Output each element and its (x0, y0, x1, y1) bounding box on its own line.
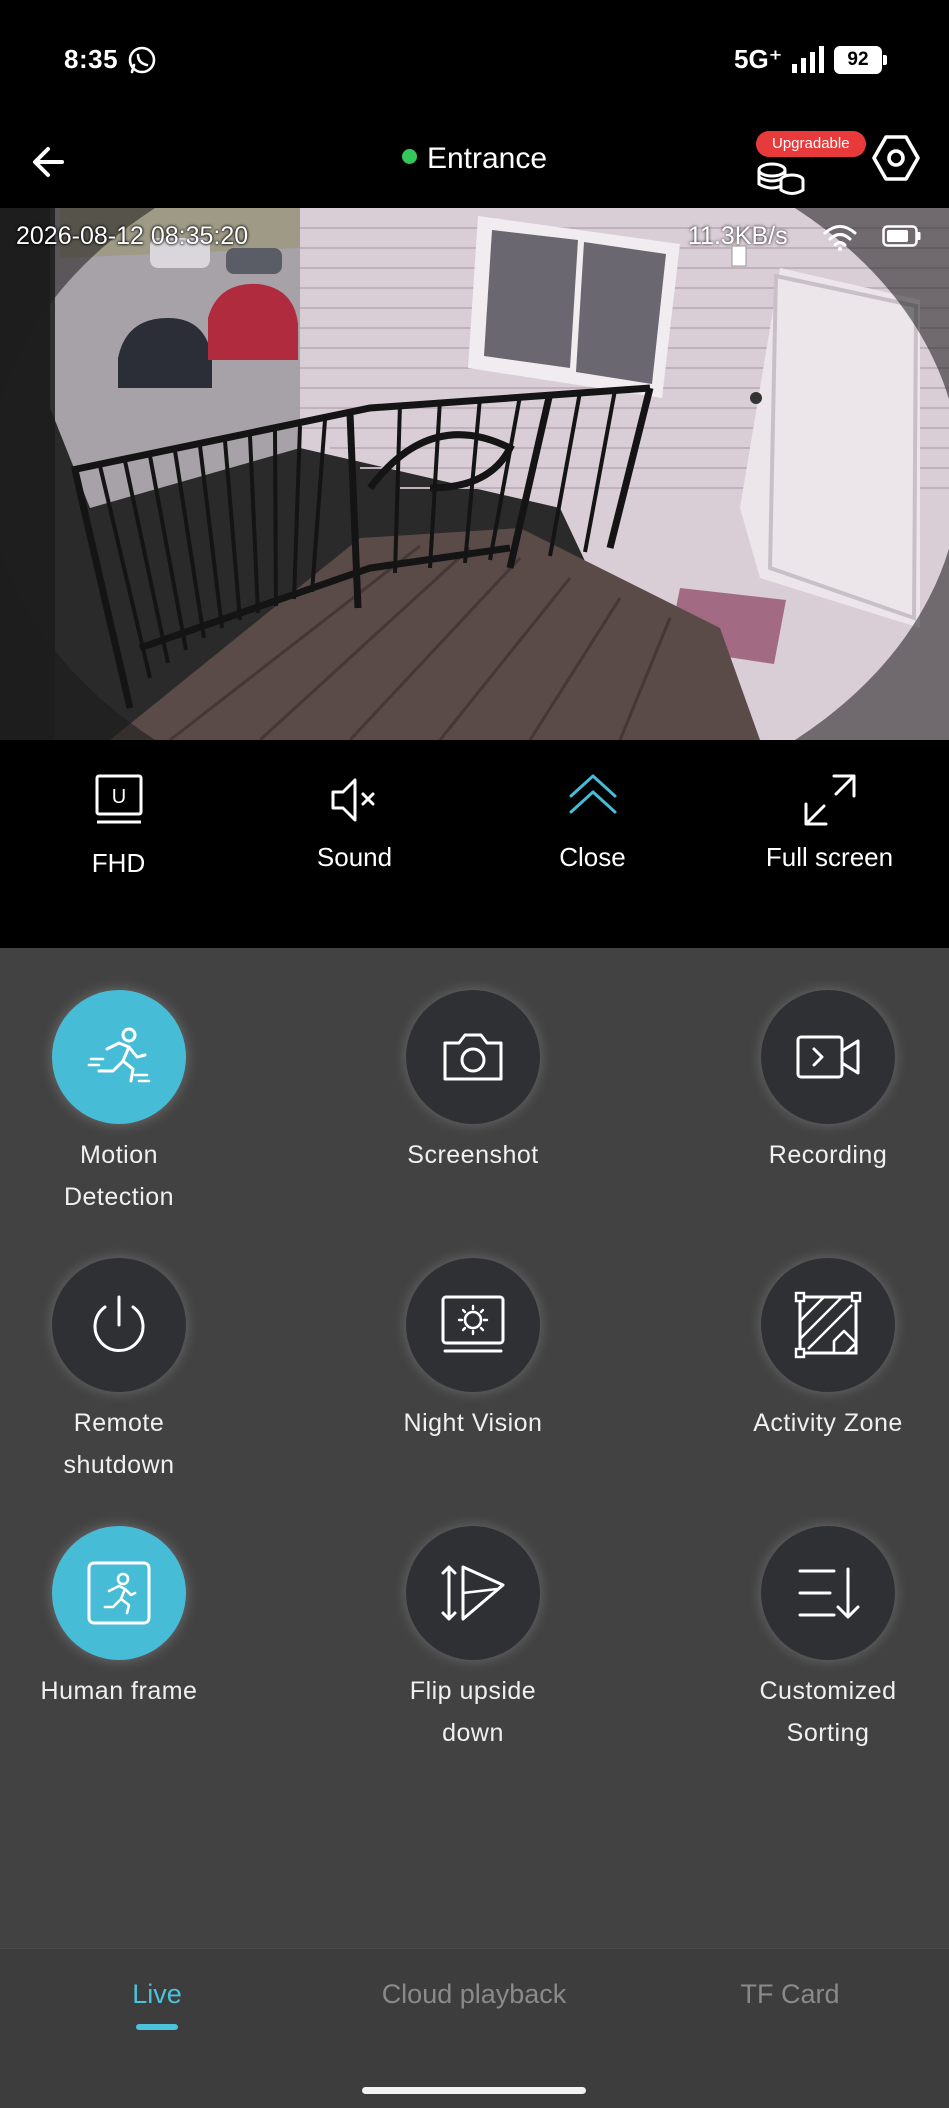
live-video-feed[interactable]: 2026-08-12 08:35:20 11.3KB/s (0, 208, 949, 740)
status-time: 8:35 (64, 44, 119, 74)
battery-icon: 92 (834, 46, 887, 74)
full-screen-button[interactable]: Full screen (711, 770, 948, 873)
human-frame-icon (87, 1561, 151, 1625)
chevron-up-double-icon (569, 774, 616, 814)
flip-icon (441, 1565, 505, 1621)
video-controls: U FHD Sound Close Full screen (0, 740, 949, 948)
human-frame-toggle[interactable] (52, 1526, 186, 1660)
signal-icon (792, 46, 824, 73)
function-panel: Motion Detection Screenshot Recording Re… (0, 948, 949, 1948)
online-status-dot (401, 148, 417, 164)
activity-zone-icon (794, 1291, 862, 1359)
tab-tf-card[interactable]: TF Card (632, 1979, 948, 2010)
motion-detection-button[interactable]: Motion Detection (0, 990, 269, 1218)
settings-hexagon-icon[interactable] (868, 130, 924, 186)
wifi-icon (823, 225, 857, 251)
speaker-muted-icon (331, 778, 374, 822)
recording-label: Recording (768, 1141, 888, 1169)
camera-scene (0, 208, 949, 740)
remote-shutdown-toggle[interactable] (52, 1258, 186, 1392)
running-person-icon (87, 1027, 151, 1083)
power-icon (93, 1295, 145, 1352)
activity-zone-label: Activity Zone (753, 1409, 903, 1437)
upgradable-badge[interactable]: Upgradable (756, 131, 866, 157)
customized-sorting-toggle[interactable] (761, 1526, 895, 1660)
fhd-button[interactable]: U FHD (0, 770, 237, 879)
tab-live[interactable]: Live (0, 1979, 315, 2010)
top-header: Entrance Upgradable (0, 120, 949, 208)
status-bar: 8:35 5G⁺ 92 (0, 0, 949, 120)
flip-upside-down-toggle[interactable] (406, 1526, 540, 1660)
sound-label: Sound (316, 842, 393, 872)
screenshot-toggle[interactable] (406, 990, 540, 1124)
full-screen-label: Full screen (765, 842, 894, 872)
night-vision-icon (441, 1295, 505, 1353)
recording-button[interactable]: Recording (678, 990, 949, 1176)
tab-cloud-playback[interactable]: Cloud playback (316, 1979, 632, 2010)
screenshot-label: Screenshot (407, 1141, 539, 1169)
night-vision-button[interactable]: Night Vision (323, 1258, 623, 1444)
flip-upside-down-label: Flip upside down (409, 1677, 537, 1747)
customized-sorting-label: Customized Sorting (759, 1677, 897, 1747)
close-label: Close (559, 842, 626, 872)
human-frame-button[interactable]: Human frame (0, 1526, 269, 1712)
remote-shutdown-button[interactable]: Remote shutdown (0, 1258, 269, 1486)
camera-battery-icon (882, 225, 921, 247)
video-timestamp: 2026-08-12 08:35:20 (16, 222, 249, 250)
quality-u-icon: U (95, 774, 142, 824)
recording-toggle[interactable] (761, 990, 895, 1124)
video-camera-icon (796, 1035, 860, 1079)
remote-shutdown-label: Remote shutdown (63, 1409, 175, 1479)
bottom-tab-bar: Live Cloud playback TF Card (0, 1948, 949, 2108)
svg-text:U: U (111, 786, 125, 808)
night-vision-label: Night Vision (403, 1409, 543, 1437)
sound-button[interactable]: Sound (236, 770, 473, 873)
page-title: Entrance (426, 142, 548, 175)
screenshot-button[interactable]: Screenshot (323, 990, 623, 1176)
close-button[interactable]: Close (474, 770, 711, 873)
activity-zone-button[interactable]: Activity Zone (678, 1258, 949, 1444)
expand-icon (804, 774, 855, 826)
flip-upside-down-button[interactable]: Flip upside down (323, 1526, 623, 1754)
camera-icon (443, 1033, 503, 1081)
night-vision-toggle[interactable] (406, 1258, 540, 1392)
whatsapp-icon (128, 46, 156, 74)
video-bitrate: 11.3KB/s (688, 222, 788, 250)
home-indicator[interactable] (362, 2087, 586, 2094)
customized-sorting-button[interactable]: Customized Sorting (678, 1526, 949, 1754)
activity-zone-toggle[interactable] (761, 1258, 895, 1392)
sort-icon (798, 1567, 860, 1619)
motion-detection-label: Motion Detection (63, 1141, 175, 1211)
human-frame-label: Human frame (40, 1677, 198, 1705)
active-tab-indicator (136, 2024, 178, 2030)
fhd-label: FHD (91, 848, 146, 878)
network-type: 5G⁺ (734, 44, 783, 74)
motion-detection-toggle[interactable] (52, 990, 186, 1124)
